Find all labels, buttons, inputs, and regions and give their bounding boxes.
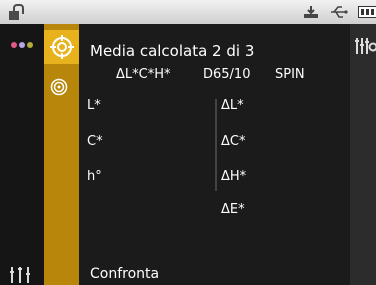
label-l: L* [87,98,101,113]
right-toolbar [350,24,376,285]
label-delta-e: ΔE* [221,202,245,217]
left-navigation [0,24,44,285]
label-c: C* [87,134,103,149]
tray-icon [304,6,318,18]
label-h: h° [87,169,102,184]
dots-icon[interactable] [11,42,41,50]
label-delta-c: ΔC* [221,134,246,149]
column-divider [215,99,217,191]
results-panel: Media calcolata 2 di 3 ΔL*C*H* D65/10 SP… [79,24,350,285]
usb-icon [331,6,348,18]
target-icon[interactable] [50,35,74,59]
illuminant-label: D65/10 [203,67,251,82]
sliders-icon[interactable] [9,265,31,283]
battery-icon [358,6,376,18]
tools-icon[interactable] [354,36,376,56]
measurement-screen: Media calcolata 2 di 3 ΔL*C*H* D65/10 SP… [0,0,376,285]
unlock-icon [9,4,24,20]
page-title: Media calcolata 2 di 3 [90,42,255,60]
label-delta-h: ΔH* [221,169,247,184]
ring-icon[interactable] [50,78,68,96]
spin-mode-label: SPIN [275,67,305,82]
delta-mode-label: ΔL*C*H* [116,67,171,82]
status-bar [0,0,376,24]
compare-button[interactable]: Confronta [90,266,159,282]
label-delta-l: ΔL* [221,98,244,113]
